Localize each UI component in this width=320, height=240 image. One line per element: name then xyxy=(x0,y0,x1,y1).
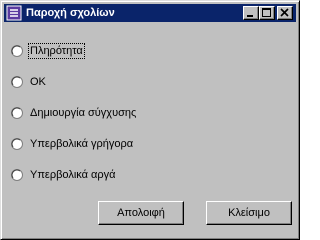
radio-button[interactable] xyxy=(11,169,23,181)
option-too-fast[interactable]: Υπερβολικά γρήγορα xyxy=(11,136,211,154)
window-title: Παροχή σχολίων xyxy=(26,7,115,19)
maximize-icon xyxy=(262,8,271,17)
option-label: OK xyxy=(30,76,46,88)
option-label: Υπερβολικά γρήγορα xyxy=(30,138,134,150)
close-icon xyxy=(280,8,289,17)
radio-button[interactable] xyxy=(11,45,23,57)
option-ok[interactable]: OK xyxy=(11,74,211,92)
option-label: Υπερβολικά αργά xyxy=(30,169,116,181)
option-too-slow[interactable]: Υπερβολικά αργά xyxy=(11,167,211,185)
title-bar[interactable]: Παροχή σχολίων xyxy=(4,4,296,22)
option-label: Δημιουργία σύγχυσης xyxy=(30,107,137,119)
option-completeness[interactable]: Πληρότητα xyxy=(11,43,211,61)
minimize-icon xyxy=(247,15,253,17)
close-window-button[interactable] xyxy=(277,6,293,20)
option-label: Πληρότητα xyxy=(28,43,85,59)
close-button[interactable]: Κλείσιμο xyxy=(206,201,292,225)
app-icon[interactable] xyxy=(6,5,22,21)
maximize-button[interactable] xyxy=(259,6,275,20)
feedback-dialog: Παροχή σχολίων Πληρότητα OK Δημιουργία σ… xyxy=(0,0,300,240)
radio-button[interactable] xyxy=(11,138,23,150)
radio-button[interactable] xyxy=(11,107,23,119)
option-confusing[interactable]: Δημιουργία σύγχυσης xyxy=(11,105,211,123)
minimize-button[interactable] xyxy=(243,6,259,20)
cancel-button[interactable]: Απολοιφή xyxy=(98,201,184,225)
radio-button[interactable] xyxy=(11,76,23,88)
